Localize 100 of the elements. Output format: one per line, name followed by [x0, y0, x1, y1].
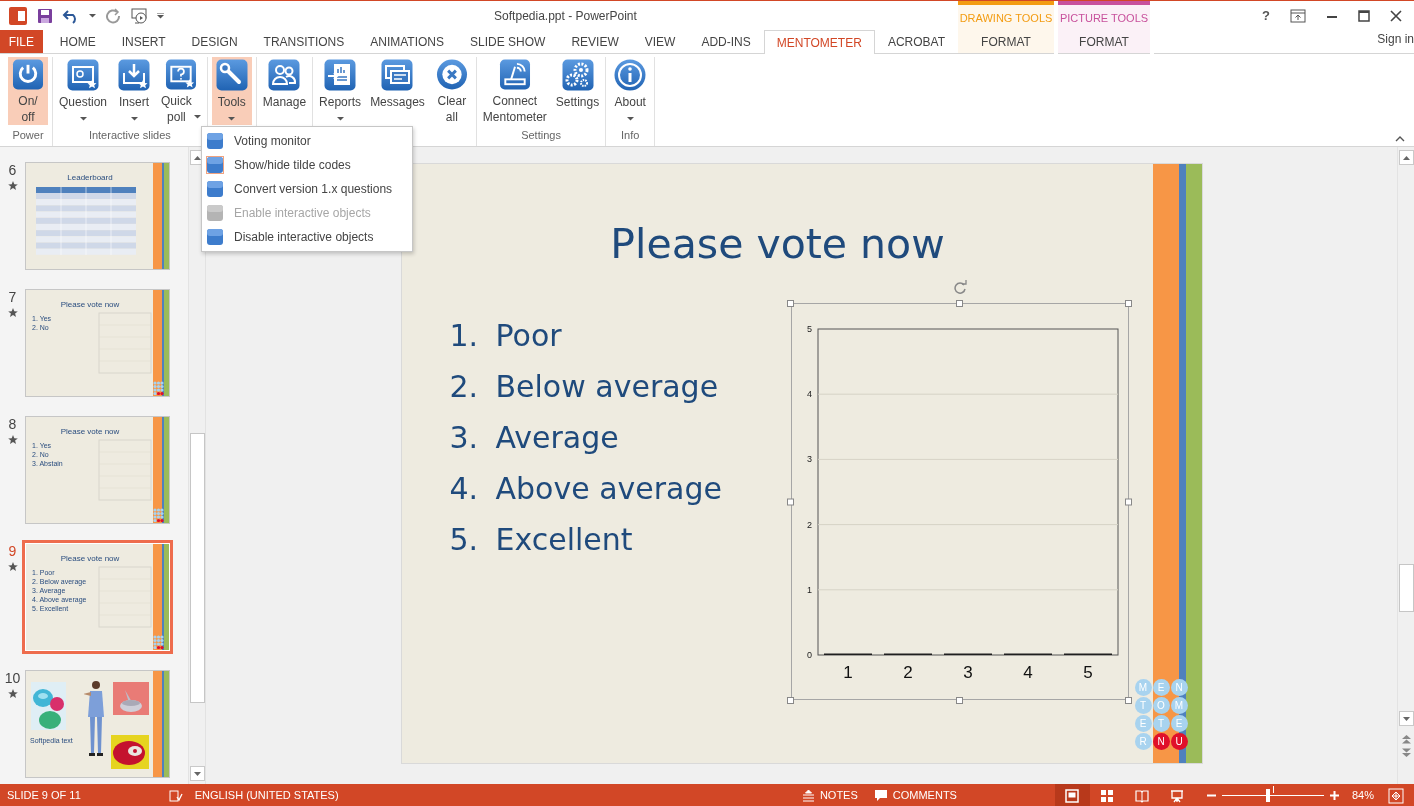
- group-label: Interactive slides: [87, 128, 172, 143]
- down-arrow-icon: [1402, 716, 1410, 721]
- x-tick-label: 3: [962, 663, 973, 682]
- star-icon: [7, 435, 18, 445]
- ribbon-button[interactable]: Messages: [368, 57, 427, 125]
- ribbon-tab[interactable]: VIEW: [631, 30, 689, 53]
- list-item: Poor: [495, 317, 562, 355]
- ribbon-tab[interactable]: ADD-INS: [688, 30, 764, 53]
- ribbon-tab[interactable]: SLIDE SHOW: [457, 30, 559, 53]
- gears-icon: [561, 59, 594, 91]
- ribbon-tab[interactable]: INSERT: [108, 30, 179, 53]
- ribbon-button[interactable]: Tools: [211, 57, 252, 125]
- ribbon-button[interactable]: Quick poll: [159, 57, 203, 125]
- zoom-slider-thumb[interactable]: [1265, 789, 1270, 802]
- scrollbar-thumb[interactable]: [189, 433, 205, 703]
- rotate-handle-icon[interactable]: [952, 280, 967, 294]
- ribbon-tab[interactable]: DESIGN: [178, 30, 251, 53]
- slide-number: 10: [4, 670, 21, 686]
- customize-icon[interactable]: [157, 12, 164, 19]
- menu-item[interactable]: Disable interactive objects: [202, 225, 412, 249]
- logo-letter: M: [1134, 679, 1152, 696]
- star-icon: [7, 181, 18, 191]
- help-button[interactable]: ?: [1262, 5, 1270, 26]
- mini-logo-drawing: [153, 381, 165, 395]
- comments-button[interactable]: COMMENTS: [865, 784, 965, 806]
- ribbon-button[interactable]: Settings: [553, 57, 602, 125]
- notes-button[interactable]: NOTES: [793, 784, 866, 806]
- ribbon-button[interactable]: Reports: [317, 57, 364, 125]
- y-tick-label: 3: [806, 454, 812, 465]
- previous-slide-icon[interactable]: [1400, 734, 1412, 744]
- ribbon-tab[interactable]: FORMAT: [958, 30, 1054, 54]
- sign-in-link[interactable]: Sign in: [1377, 32, 1414, 46]
- ribbon-tab[interactable]: ACROBAT: [874, 30, 958, 53]
- slideshow-icon[interactable]: [130, 6, 148, 25]
- slide-number: 6: [8, 162, 17, 178]
- view-button[interactable]: [1054, 784, 1090, 806]
- comment-icon: [873, 789, 888, 802]
- list-item: Below average: [495, 368, 719, 406]
- bar-chart[interactable]: 0 1 2 3 4 5 1 2 3 4 5: [790, 303, 1129, 700]
- ribbon-tab[interactable]: TRANSITIONS: [250, 30, 358, 53]
- ribbon-button[interactable]: On/ off: [8, 57, 48, 125]
- list-number: 3.: [449, 419, 480, 457]
- book-icon: [1135, 788, 1150, 803]
- close-icon[interactable]: [1390, 9, 1402, 22]
- caret-icon[interactable]: [89, 13, 96, 18]
- zoom-level[interactable]: 84%: [1351, 787, 1374, 804]
- notes-icon: [801, 789, 815, 802]
- menu-item[interactable]: Show/hide tilde codes: [202, 153, 412, 177]
- next-slide-icon[interactable]: [1400, 748, 1412, 758]
- list-number: 4.: [449, 470, 480, 508]
- menu-item[interactable]: Voting monitor: [202, 129, 412, 153]
- logo-letter: E: [1152, 679, 1170, 696]
- ribbon-button[interactable]: Connect Mentometer: [480, 57, 549, 125]
- zoom-in-icon[interactable]: [1329, 791, 1339, 800]
- redo-icon[interactable]: [105, 7, 121, 24]
- square-icon: [207, 181, 223, 197]
- x-tick-label: 4: [1022, 663, 1033, 682]
- ribbon-button[interactable]: Clear all: [431, 57, 472, 125]
- ribbon-button[interactable]: Question: [57, 57, 110, 125]
- y-tick-label: 0: [806, 650, 812, 660]
- list-number: 1.: [449, 317, 480, 355]
- logo-letter: T: [1134, 697, 1152, 714]
- star-icon: [7, 562, 18, 572]
- list-number: 5.: [449, 521, 480, 559]
- star-icon: [7, 308, 18, 318]
- ribbon-button[interactable]: Insert: [114, 57, 155, 125]
- logo-letter: N: [1170, 679, 1188, 696]
- x-tick-label: 1: [842, 663, 853, 682]
- x-tick-label: 2: [902, 663, 913, 682]
- up-arrow-icon: [1402, 155, 1410, 160]
- fit-to-window-icon[interactable]: [1388, 787, 1404, 804]
- square-icon: [207, 157, 223, 173]
- thumbnail-title: Please vote now: [59, 554, 121, 563]
- ribbon-tab[interactable]: FILE: [0, 30, 43, 53]
- list-item: Above average: [495, 470, 722, 508]
- menu-item[interactable]: Convert version 1.x questions: [202, 177, 412, 201]
- ribbon-button[interactable]: Manage: [260, 57, 309, 125]
- mini-logo-drawing: [153, 508, 165, 522]
- scrollbar-thumb[interactable]: [1398, 564, 1414, 612]
- scroll-down-button[interactable]: [1398, 711, 1414, 726]
- scroll-up-button[interactable]: [1398, 150, 1414, 165]
- ribbon-tab[interactable]: REVIEW: [558, 30, 632, 53]
- maximize-icon[interactable]: [1358, 9, 1370, 22]
- messages-icon: [381, 59, 414, 91]
- spell-check-icon[interactable]: [168, 788, 183, 803]
- thumbnail-title: Please vote now: [59, 300, 121, 309]
- ribbon-tab[interactable]: HOME: [46, 30, 109, 53]
- ribbon-tab[interactable]: ANIMATIONS: [357, 30, 458, 53]
- slide-thumbnail[interactable]: Leaderboard: [25, 162, 170, 270]
- power-icon: [12, 59, 44, 90]
- ribbon-display-icon[interactable]: [1290, 8, 1306, 23]
- ribbon-tab[interactable]: MENTOMETER: [763, 30, 875, 54]
- group-label: Settings: [520, 128, 562, 143]
- report-icon: [324, 59, 357, 91]
- save-icon[interactable]: [37, 7, 53, 24]
- scroll-down-button[interactable]: [189, 766, 205, 781]
- language-label: ENGLISH (UNITED STATES): [194, 788, 339, 804]
- collapse-ribbon-icon[interactable]: [1395, 136, 1405, 142]
- ribbon-button[interactable]: About: [610, 57, 651, 125]
- ribbon-tab[interactable]: FORMAT: [1058, 30, 1150, 54]
